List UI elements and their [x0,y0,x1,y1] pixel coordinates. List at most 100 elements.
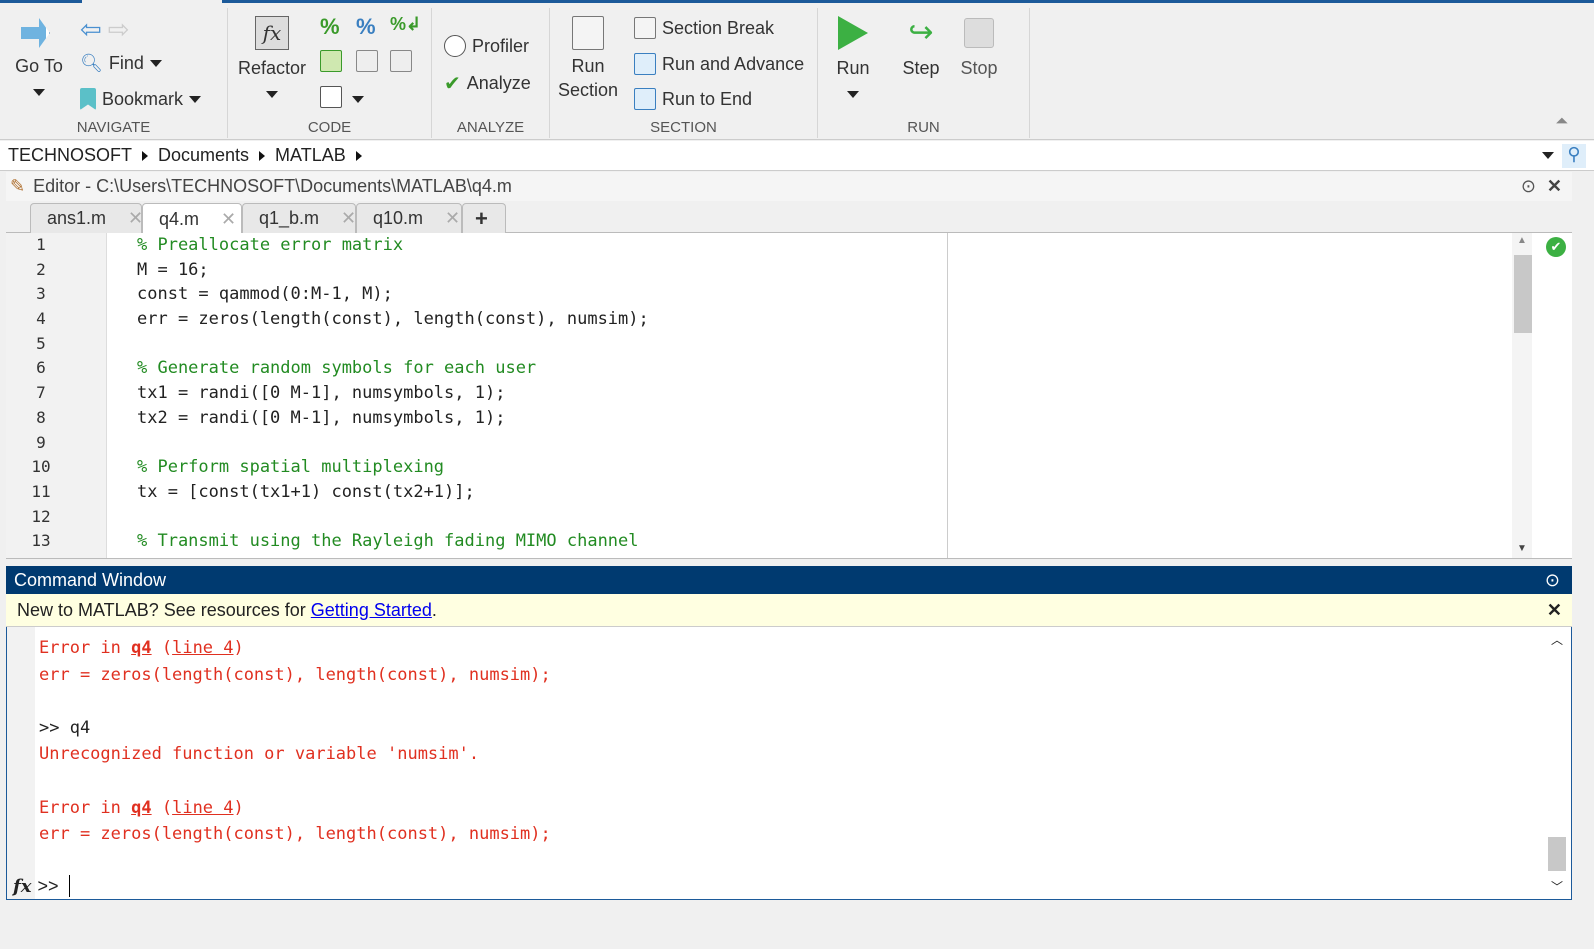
close-tab-icon[interactable]: ✕ [128,208,143,229]
scroll-down-icon[interactable]: ▼ [1517,543,1527,554]
code-analyzer-ok-icon[interactable]: ✔ [1546,237,1566,257]
error-line-link[interactable]: line 4 [172,798,233,818]
back-forward: ⇦ ⇨ [80,14,130,45]
close-tab-icon[interactable]: ✕ [221,209,236,230]
command-window-header: Command Window ⊙ [6,566,1572,594]
step-icon: ↪ [908,16,934,49]
run-section-button[interactable]: Run Section [556,16,620,102]
scroll-up-icon[interactable]: ▲ [1517,235,1527,246]
tab-q10[interactable]: q10.m ✕ [356,203,462,233]
run-group-label: RUN [907,119,940,136]
address-bar[interactable]: TECHNOSOFT Documents MATLAB ⚲ [0,141,1594,171]
command-scrollbar[interactable]: ︿ ﹀ [1547,627,1567,899]
section-break-label: Section Break [662,17,775,38]
code-line[interactable]: M = 16; [137,258,649,283]
profiler-button[interactable]: Profiler [444,35,529,57]
error-line-link[interactable]: line 4 [172,638,233,658]
forward-arrow-icon[interactable]: ⇨ [108,14,130,45]
close-tab-icon[interactable]: ✕ [341,208,356,229]
code-line[interactable] [137,431,649,456]
analyze-button[interactable]: ✔ Analyze [444,71,531,96]
breadcrumb-matlab[interactable]: MATLAB [275,145,346,166]
outdent-icon[interactable] [390,50,412,72]
code-line[interactable]: err = zeros(length(const), length(const)… [137,307,649,332]
code-editor[interactable]: 1 2 3 4 5 6 7 8 9 10 11 12 13 % Preallocate error ma… [6,233,1572,559]
error-file-link[interactable]: q4 [131,798,151,818]
breadcrumb-documents[interactable]: Documents [158,145,249,166]
error-file-link[interactable]: q4 [131,638,151,658]
profiler-label: Profiler [472,35,530,56]
command-window-actions-icon[interactable]: ⊙ [1545,570,1560,591]
stop-button[interactable]: Stop [954,16,1004,80]
scroll-down-icon[interactable]: ﹀ [1551,878,1563,895]
back-arrow-icon[interactable]: ⇦ [80,14,102,45]
code-line[interactable] [137,505,649,530]
code-line[interactable]: % Generate random symbols for each user [137,356,649,381]
breadcrumb-technosoft[interactable]: TECHNOSOFT [8,145,132,166]
comment-icon[interactable]: % [320,14,340,40]
new-tab-button[interactable]: + [462,203,506,233]
line-number: 8 [36,407,46,427]
chevron-right-icon [142,150,148,161]
find-button[interactable]: 🔍︎ Find [80,53,162,74]
smart-indent-icon[interactable] [320,50,342,72]
tab-label: q4.m [159,208,200,229]
run-to-end-button[interactable]: Run to End [634,88,752,110]
bookmark-button[interactable]: Bookmark [80,88,202,110]
error-code: err = zeros(length(const), length(const)… [39,664,551,685]
run-button[interactable]: Run [828,16,878,104]
indent-icon[interactable] [356,50,378,72]
command-window[interactable]: Error in q4 (line 4) err = zeros(length(… [6,627,1572,900]
refactor-button[interactable]: fx Refactor [234,16,310,104]
editor-actions-icon[interactable]: ⊙ [1521,176,1536,197]
tab-q1-b[interactable]: q1_b.m ✕ [242,203,356,233]
close-notice-icon[interactable]: ✕ [1547,600,1562,621]
code-line[interactable]: const = qammod(0:M-1, M); [137,282,649,307]
code-line[interactable] [137,332,649,357]
run-and-advance-button[interactable]: Run and Advance [634,53,804,75]
chevron-down-icon[interactable] [352,96,364,103]
line-numbers: 1 2 3 4 5 6 7 8 9 10 11 12 13 [6,233,107,558]
goto-icon [21,18,50,48]
notice-text: New to MATLAB? See resources for [17,599,306,620]
scrollbar-thumb[interactable] [1548,837,1566,871]
code-area[interactable]: % Preallocate error matrix M = 16; const =… [137,233,649,554]
editor-scrollbar[interactable]: ▲ ▼ [1512,233,1532,558]
uncomment-icon[interactable]: % [356,14,376,40]
function-browser-icon[interactable]: fx [13,876,31,897]
command-prompt[interactable]: fx >> [13,875,70,897]
paren: ( [151,797,173,818]
step-button[interactable]: ↪ Step [896,16,946,80]
search-icon[interactable]: ⚲ [1562,143,1586,168]
fixed-point-icon[interactable] [320,86,342,108]
scroll-up-icon[interactable]: ︿ [1551,631,1563,648]
scrollbar-thumb[interactable] [1514,255,1532,333]
goto-button[interactable]: Go To [8,18,70,102]
blank [39,768,551,795]
code-line[interactable]: % Perform spatial multiplexing [137,455,649,480]
address-dropdown-icon[interactable] [1542,152,1554,159]
code-line[interactable]: tx2 = randi([0 M-1], numsymbols, 1); [137,406,649,431]
run-and-advance-icon [634,53,656,75]
code-line[interactable]: tx = [const(tx1+1) const(tx2+1)]; [137,480,649,505]
tab-q4[interactable]: q4.m ✕ [142,203,242,234]
section-break-icon [634,17,656,39]
close-editor-icon[interactable]: ✕ [1547,176,1562,197]
code-line[interactable]: % Transmit using the Rayleigh fading MIM… [137,529,649,554]
tab-label: ans1.m [47,208,107,228]
collapse-toolstrip-icon[interactable]: ⏶ [1555,113,1568,131]
getting-started-link[interactable]: Getting Started [311,600,432,621]
close-tab-icon[interactable]: ✕ [445,208,460,229]
chevron-down-icon [149,60,162,67]
navigate-group: Go To ⇦ ⇨ 🔍︎ Find Bookmark NAVIGATE [0,8,228,138]
analyze-label: Analyze [466,73,531,93]
section-break-button[interactable]: Section Break [634,17,774,39]
tab-ans1[interactable]: ans1.m ✕ [30,203,143,233]
wrap-comments-icon[interactable]: %↲ [390,14,421,35]
chevron-down-icon [33,89,45,96]
notice-end: . [431,599,437,620]
run-to-end-icon [634,88,656,110]
code-line[interactable]: % Preallocate error matrix [137,233,649,258]
getting-started-notice: New to MATLAB? See resources for Getting … [6,594,1572,627]
code-line[interactable]: tx1 = randi([0 M-1], numsymbols, 1); [137,381,649,406]
